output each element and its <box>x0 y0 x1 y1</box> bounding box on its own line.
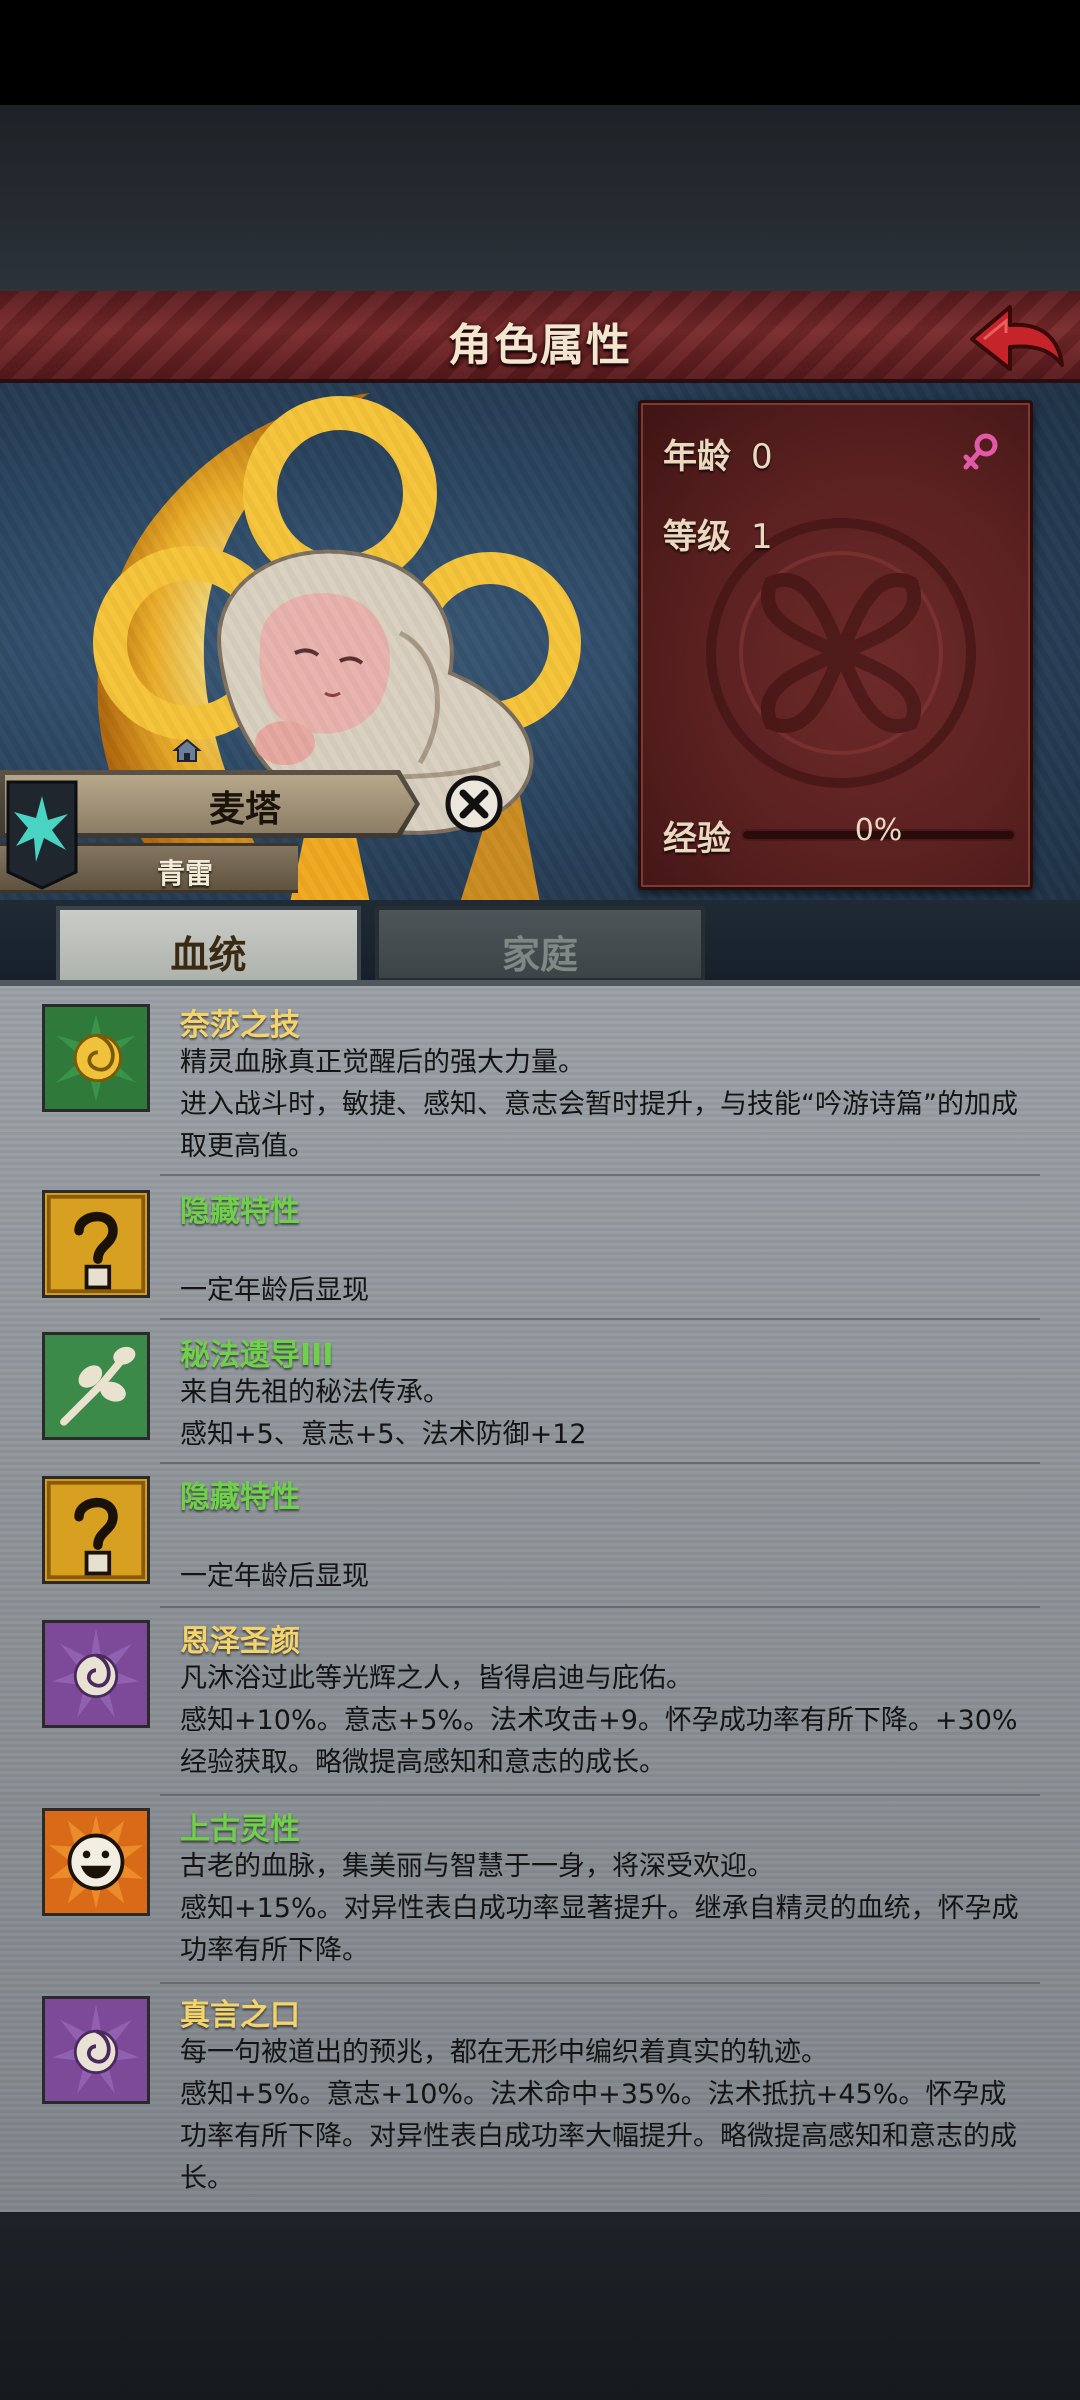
divider <box>160 1606 1040 1608</box>
trait-desc-line: 凡沐浴过此等光辉之人，皆得启迪与庇佑。 <box>180 1663 693 1694</box>
level-value: 1 <box>751 517 773 557</box>
trait-name: 恩泽圣颜 <box>180 1624 300 1659</box>
age-row: 年龄 0 <box>663 429 773 478</box>
divider <box>160 1318 1040 1320</box>
trait-name: 真言之口 <box>180 1998 300 2033</box>
trait-desc-line: 感知+5、意志+5、法术防御+12 <box>180 1419 587 1450</box>
traits-list[interactable]: 奈莎之技 精灵血脉真正觉醒后的强大力量。 进入战斗时，敏捷、感知、意志会暂时提升… <box>0 980 1080 2212</box>
trait-desc-line: 进入战斗时，敏捷、感知、意志会暂时提升，与技能“吟游诗篇”的加成取更高值。 <box>180 1089 1018 1162</box>
trait-desc-line: 精灵血脉真正觉醒后的强大力量。 <box>180 1047 585 1078</box>
smile-face-icon <box>42 1808 150 1916</box>
divider <box>160 1794 1040 1796</box>
trait-desc: 一定年龄后显现 <box>180 1556 1030 1598</box>
trait-desc-line: 来自先祖的秘法传承。 <box>180 1377 450 1408</box>
trait-desc: 来自先祖的秘法传承。 感知+5、意志+5、法术防御+12 <box>180 1372 1030 1456</box>
back-arrow-icon[interactable] <box>966 299 1066 377</box>
trait-desc-line: 感知+15%。对异性表白成功率显著提升。继承自精灵的血统，怀孕成功率有所下降。 <box>180 1893 1019 1966</box>
trait-desc-line: 古老的血脉，集美丽与智慧于一身，将深受欢迎。 <box>180 1851 774 1882</box>
purple-swirl-icon <box>42 1620 150 1728</box>
trait-desc: 精灵血脉真正觉醒后的强大力量。 进入战斗时，敏捷、感知、意志会暂时提升，与技能“… <box>180 1042 1030 1168</box>
trait-name: 上古灵性 <box>180 1812 300 1847</box>
trait-desc: 古老的血脉，集美丽与智慧于一身，将深受欢迎。 感知+15%。对异性表白成功率显著… <box>180 1846 1030 1972</box>
age-value: 0 <box>751 437 773 477</box>
trait-desc: 每一句被道出的预兆，都在无形中编织着真实的轨迹。 感知+5%。意志+10%。法术… <box>180 2032 1030 2200</box>
level-row: 等级 1 <box>663 509 773 558</box>
top-backdrop <box>0 105 1080 291</box>
exp-label: 经验 <box>663 819 731 859</box>
level-label: 等级 <box>663 517 731 557</box>
trait-name: 奈莎之技 <box>180 1008 300 1043</box>
stats-panel: 年龄 0 等级 1 经验 0% <box>638 400 1033 890</box>
trait-name: 隐藏特性 <box>180 1194 300 1229</box>
trait-desc-line: 一定年龄后显现 <box>180 1275 369 1306</box>
tab-bloodline[interactable]: 血统 <box>56 906 361 982</box>
divider <box>160 1982 1040 1984</box>
purple-swirl-icon <box>42 1996 150 2104</box>
age-label: 年龄 <box>663 437 731 477</box>
trait-desc-line: 感知+5%。意志+10%。法术命中+35%。法术抵抗+45%。怀孕成功率有所下降… <box>180 2079 1017 2194</box>
page-title: 角色属性 <box>448 320 632 371</box>
trait-desc-line: 感知+10%。意志+5%。法术攻击+9。怀孕成功率有所下降。+30%经验获取。略… <box>180 1705 1018 1778</box>
golden-swirl-icon <box>42 1004 150 1112</box>
class-emblem-icon <box>6 780 78 890</box>
trait-name: 秘法遗导III <box>180 1338 334 1373</box>
close-icon[interactable] <box>444 774 504 834</box>
divider <box>160 1462 1040 1464</box>
exp-value: 0% <box>854 813 903 848</box>
trait-desc-line: 一定年龄后显现 <box>180 1561 369 1592</box>
trait-name: 隐藏特性 <box>180 1480 300 1515</box>
trait-desc-line: 每一句被道出的预兆，都在无形中编织着真实的轨迹。 <box>180 2037 828 2068</box>
branch-icon <box>42 1332 150 1440</box>
bottom-backdrop <box>0 2212 1080 2400</box>
divider <box>160 1174 1040 1176</box>
female-icon <box>963 433 998 470</box>
question-mark-icon <box>42 1476 150 1584</box>
trait-desc: 凡沐浴过此等光辉之人，皆得启迪与庇佑。 感知+10%。意志+5%。法术攻击+9。… <box>180 1658 1030 1784</box>
tab-family[interactable]: 家庭 <box>375 906 705 982</box>
character-name: 麦塔 <box>208 789 281 830</box>
status-bar-area <box>0 0 1080 105</box>
header-banner: 角色属性 <box>0 291 1080 383</box>
house-icon <box>172 738 202 762</box>
question-mark-icon <box>42 1190 150 1298</box>
trait-desc: 一定年龄后显现 <box>180 1270 1030 1312</box>
